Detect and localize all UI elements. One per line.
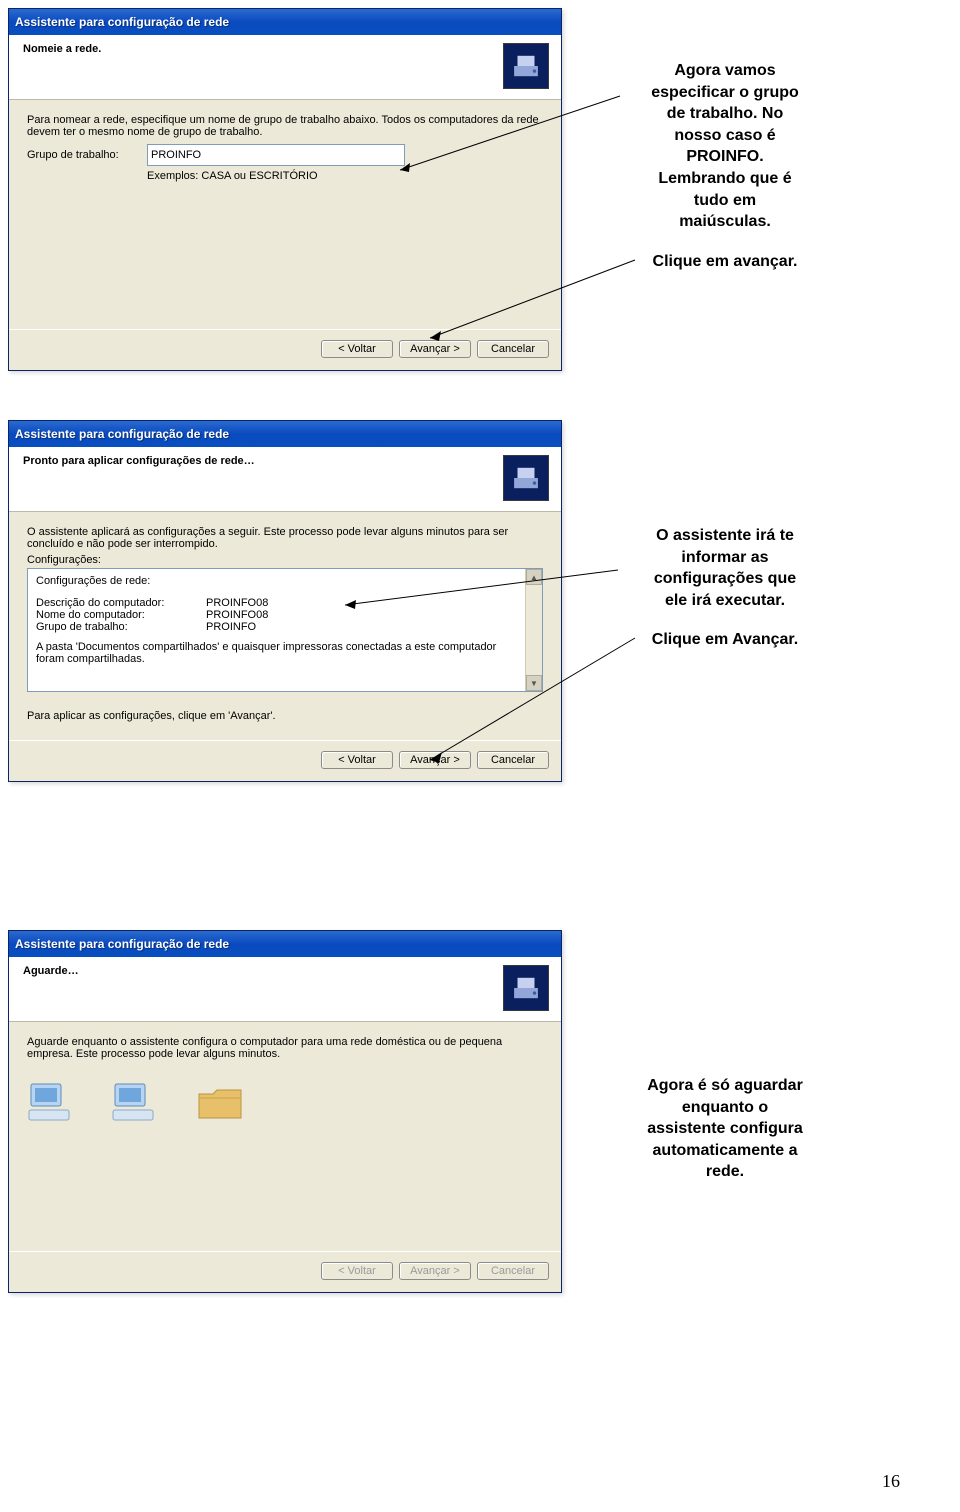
shared-folder-icon <box>195 1082 245 1122</box>
header-strip: Aguarde… <box>9 957 561 1022</box>
cancel-button: Cancelar <box>477 1262 549 1280</box>
annot-line: rede. <box>706 1163 744 1180</box>
dialog-wait: Assistente para configuração de rede Agu… <box>8 930 562 1293</box>
titlebar: Assistente para configuração de rede <box>9 931 561 957</box>
annotation-wait: Agora é só aguardar enquanto o assistent… <box>605 1075 845 1183</box>
button-bar: < Voltar Avançar > Cancelar <box>9 1251 561 1292</box>
back-button: < Voltar <box>321 1262 393 1280</box>
title-text: Assistente para configuração de rede <box>15 937 229 951</box>
page-number: 16 <box>882 1471 900 1492</box>
next-button: Avançar > <box>399 1262 471 1280</box>
network-illustration <box>27 1082 543 1122</box>
body-paragraph: Aguarde enquanto o assistente configura … <box>27 1036 543 1060</box>
annot-line: enquanto o <box>682 1099 768 1116</box>
annot-line: Agora é só aguardar <box>647 1077 803 1094</box>
annot-line: assistente configura <box>647 1120 803 1137</box>
computer-icon <box>111 1082 155 1122</box>
dialog-body: Aguarde enquanto o assistente configura … <box>9 1022 561 1251</box>
header-heading: Aguarde… <box>23 965 79 977</box>
printer-network-icon <box>503 965 549 1011</box>
arrow-to-next-button-2 <box>0 0 960 900</box>
annot-line: automaticamente a <box>653 1142 798 1159</box>
computer-icon <box>27 1082 71 1122</box>
